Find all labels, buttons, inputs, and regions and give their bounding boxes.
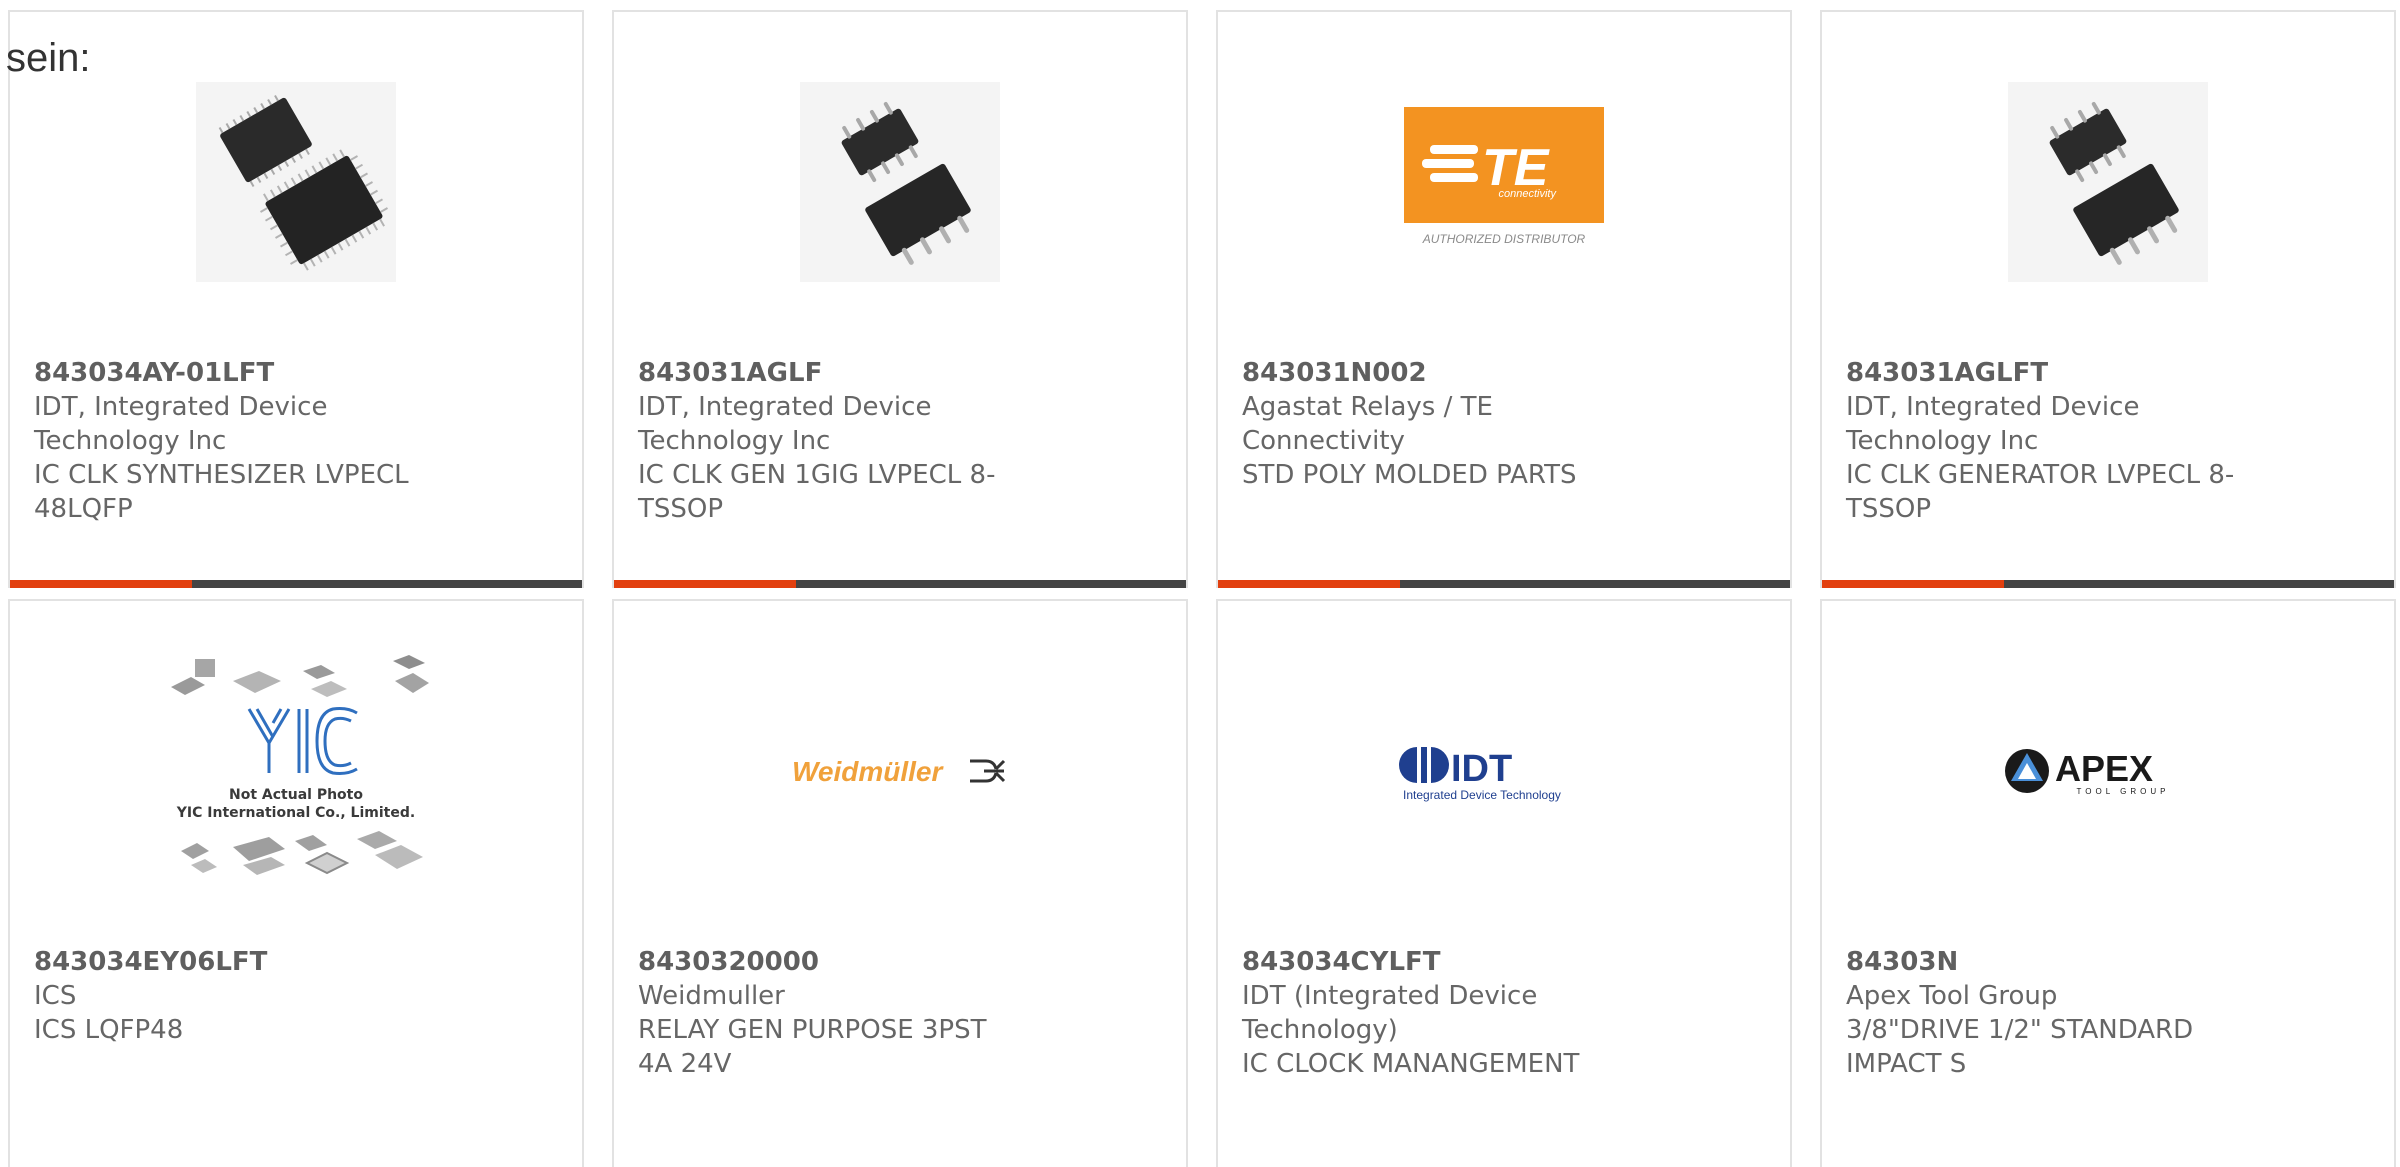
product-info: 84303N Apex Tool Group 3/8"DRIVE 1/2" ST… [1846,945,2236,1081]
intro-text: sein: [6,36,91,80]
product-info: 843034AY-01LFT IDT, Integrated Device Te… [34,356,424,526]
product-card[interactable]: 843031AGLF IDT, Integrated Device Techno… [612,10,1188,588]
product-description: IC CLK SYNTHESIZER LVPECL 48LQFP [34,460,409,524]
product-description: 3/8"DRIVE 1/2" STANDARD IMPACT S [1846,1015,2194,1079]
part-number-link[interactable]: 843031N002 [1242,356,1632,390]
card-bottom-bar [1822,580,2394,588]
product-info: 843031N002 Agastat Relays / TE Connectiv… [1242,356,1632,492]
part-number-link[interactable]: 8430320000 [638,945,1028,979]
tssop-chip-photo-icon [2008,82,2208,282]
tssop-chip-photo-icon [800,82,1000,282]
product-description: IC CLOCK MANANGEMENT [1242,1049,1580,1079]
apex-tool-group-logo-icon: APEX TOOL GROUP [2005,748,2170,796]
card-bar-accent [1822,580,2004,588]
manufacturer-name: Apex Tool Group [1846,981,2058,1011]
product-image[interactable]: Weidmüller [614,641,1186,901]
product-grid-page: sein: 843034AY-01LFT IDT, Integrated Dev… [0,0,2400,1167]
product-description: IC CLK GEN 1GIG LVPECL 8-TSSOP [638,460,996,524]
product-card[interactable]: Not Actual Photo YIC International Co., … [8,599,584,1167]
product-card[interactable]: 843034AY-01LFT IDT, Integrated Device Te… [8,10,584,588]
product-info: 843031AGLF IDT, Integrated Device Techno… [638,356,1028,526]
svg-text:YIC International Co., Limited: YIC International Co., Limited. [176,805,415,821]
product-info: 843031AGLFT IDT, Integrated Device Techn… [1846,356,2236,526]
svg-text:Weidmüller: Weidmüller [792,756,945,787]
product-image[interactable] [1822,52,2394,312]
svg-text:Integrated Device Technology: Integrated Device Technology [1403,788,1561,802]
product-card[interactable]: 843031AGLFT IDT, Integrated Device Techn… [1820,10,2396,588]
svg-text:APEX: APEX [2055,748,2153,789]
product-card[interactable]: Weidmüller 8430320000 Weidmuller RELAY G… [612,599,1188,1167]
product-description: RELAY GEN PURPOSE 3PST 4A 24V [638,1015,987,1079]
idt-logo-icon: IDT Integrated Device Technology [1399,747,1561,802]
product-image[interactable]: Not Actual Photo YIC International Co., … [10,641,582,901]
part-number-link[interactable]: 843031AGLFT [1846,356,2236,390]
card-bottom-bar [10,580,582,588]
product-image[interactable] [614,52,1186,312]
manufacturer-name: ICS [34,981,77,1011]
weidmuller-logo-icon: Weidmüller [792,756,1006,787]
svg-text:AUTHORIZED DISTRIBUTOR: AUTHORIZED DISTRIBUTOR [1422,232,1586,246]
part-number-link[interactable]: 843034CYLFT [1242,945,1632,979]
product-image[interactable]: TE connectivity AUTHORIZED DISTRIBUTOR [1218,52,1790,312]
product-info: 843034CYLFT IDT (Integrated Device Techn… [1242,945,1632,1081]
product-info: 843034EY06LFT ICS ICS LQFP48 [34,945,424,1047]
product-info: 8430320000 Weidmuller RELAY GEN PURPOSE … [638,945,1028,1081]
product-description: ICS LQFP48 [34,1015,184,1045]
product-card[interactable]: IDT Integrated Device Technology 843034C… [1216,599,1792,1167]
manufacturer-name: Agastat Relays / TE Connectivity [1242,392,1493,456]
manufacturer-name: IDT, Integrated Device Technology Inc [1846,392,2140,456]
svg-text:Not Actual Photo: Not Actual Photo [229,787,363,803]
te-connectivity-logo-icon: TE connectivity AUTHORIZED DISTRIBUTOR [1404,107,1604,246]
yic-not-actual-photo-icon: Not Actual Photo YIC International Co., … [171,655,429,875]
svg-text:IDT: IDT [1451,748,1512,790]
product-description: STD POLY MOLDED PARTS [1242,460,1577,490]
product-image[interactable] [10,52,582,312]
manufacturer-name: Weidmuller [638,981,785,1011]
card-bottom-bar [614,580,1186,588]
manufacturer-name: IDT, Integrated Device Technology Inc [638,392,932,456]
manufacturer-name: IDT, Integrated Device Technology Inc [34,392,328,456]
card-bar-accent [1218,580,1400,588]
svg-text:TOOL GROUP: TOOL GROUP [2077,787,2170,796]
product-description: IC CLK GENERATOR LVPECL 8-TSSOP [1846,460,2235,524]
part-number-link[interactable]: 843034EY06LFT [34,945,424,979]
product-card[interactable]: TE connectivity AUTHORIZED DISTRIBUTOR 8… [1216,10,1792,588]
part-number-link[interactable]: 84303N [1846,945,2236,979]
lqfp-chip-photo-icon [196,82,396,282]
svg-text:connectivity: connectivity [1499,188,1558,200]
part-number-link[interactable]: 843031AGLF [638,356,1028,390]
card-bar-accent [10,580,192,588]
part-number-link[interactable]: 843034AY-01LFT [34,356,424,390]
manufacturer-name: IDT (Integrated Device Technology) [1242,981,1538,1045]
product-card[interactable]: APEX TOOL GROUP 84303N Apex Tool Group 3… [1820,599,2396,1167]
product-image[interactable]: APEX TOOL GROUP [1822,641,2394,901]
card-bottom-bar [1218,580,1790,588]
card-bar-accent [614,580,796,588]
product-image[interactable]: IDT Integrated Device Technology [1218,641,1790,901]
